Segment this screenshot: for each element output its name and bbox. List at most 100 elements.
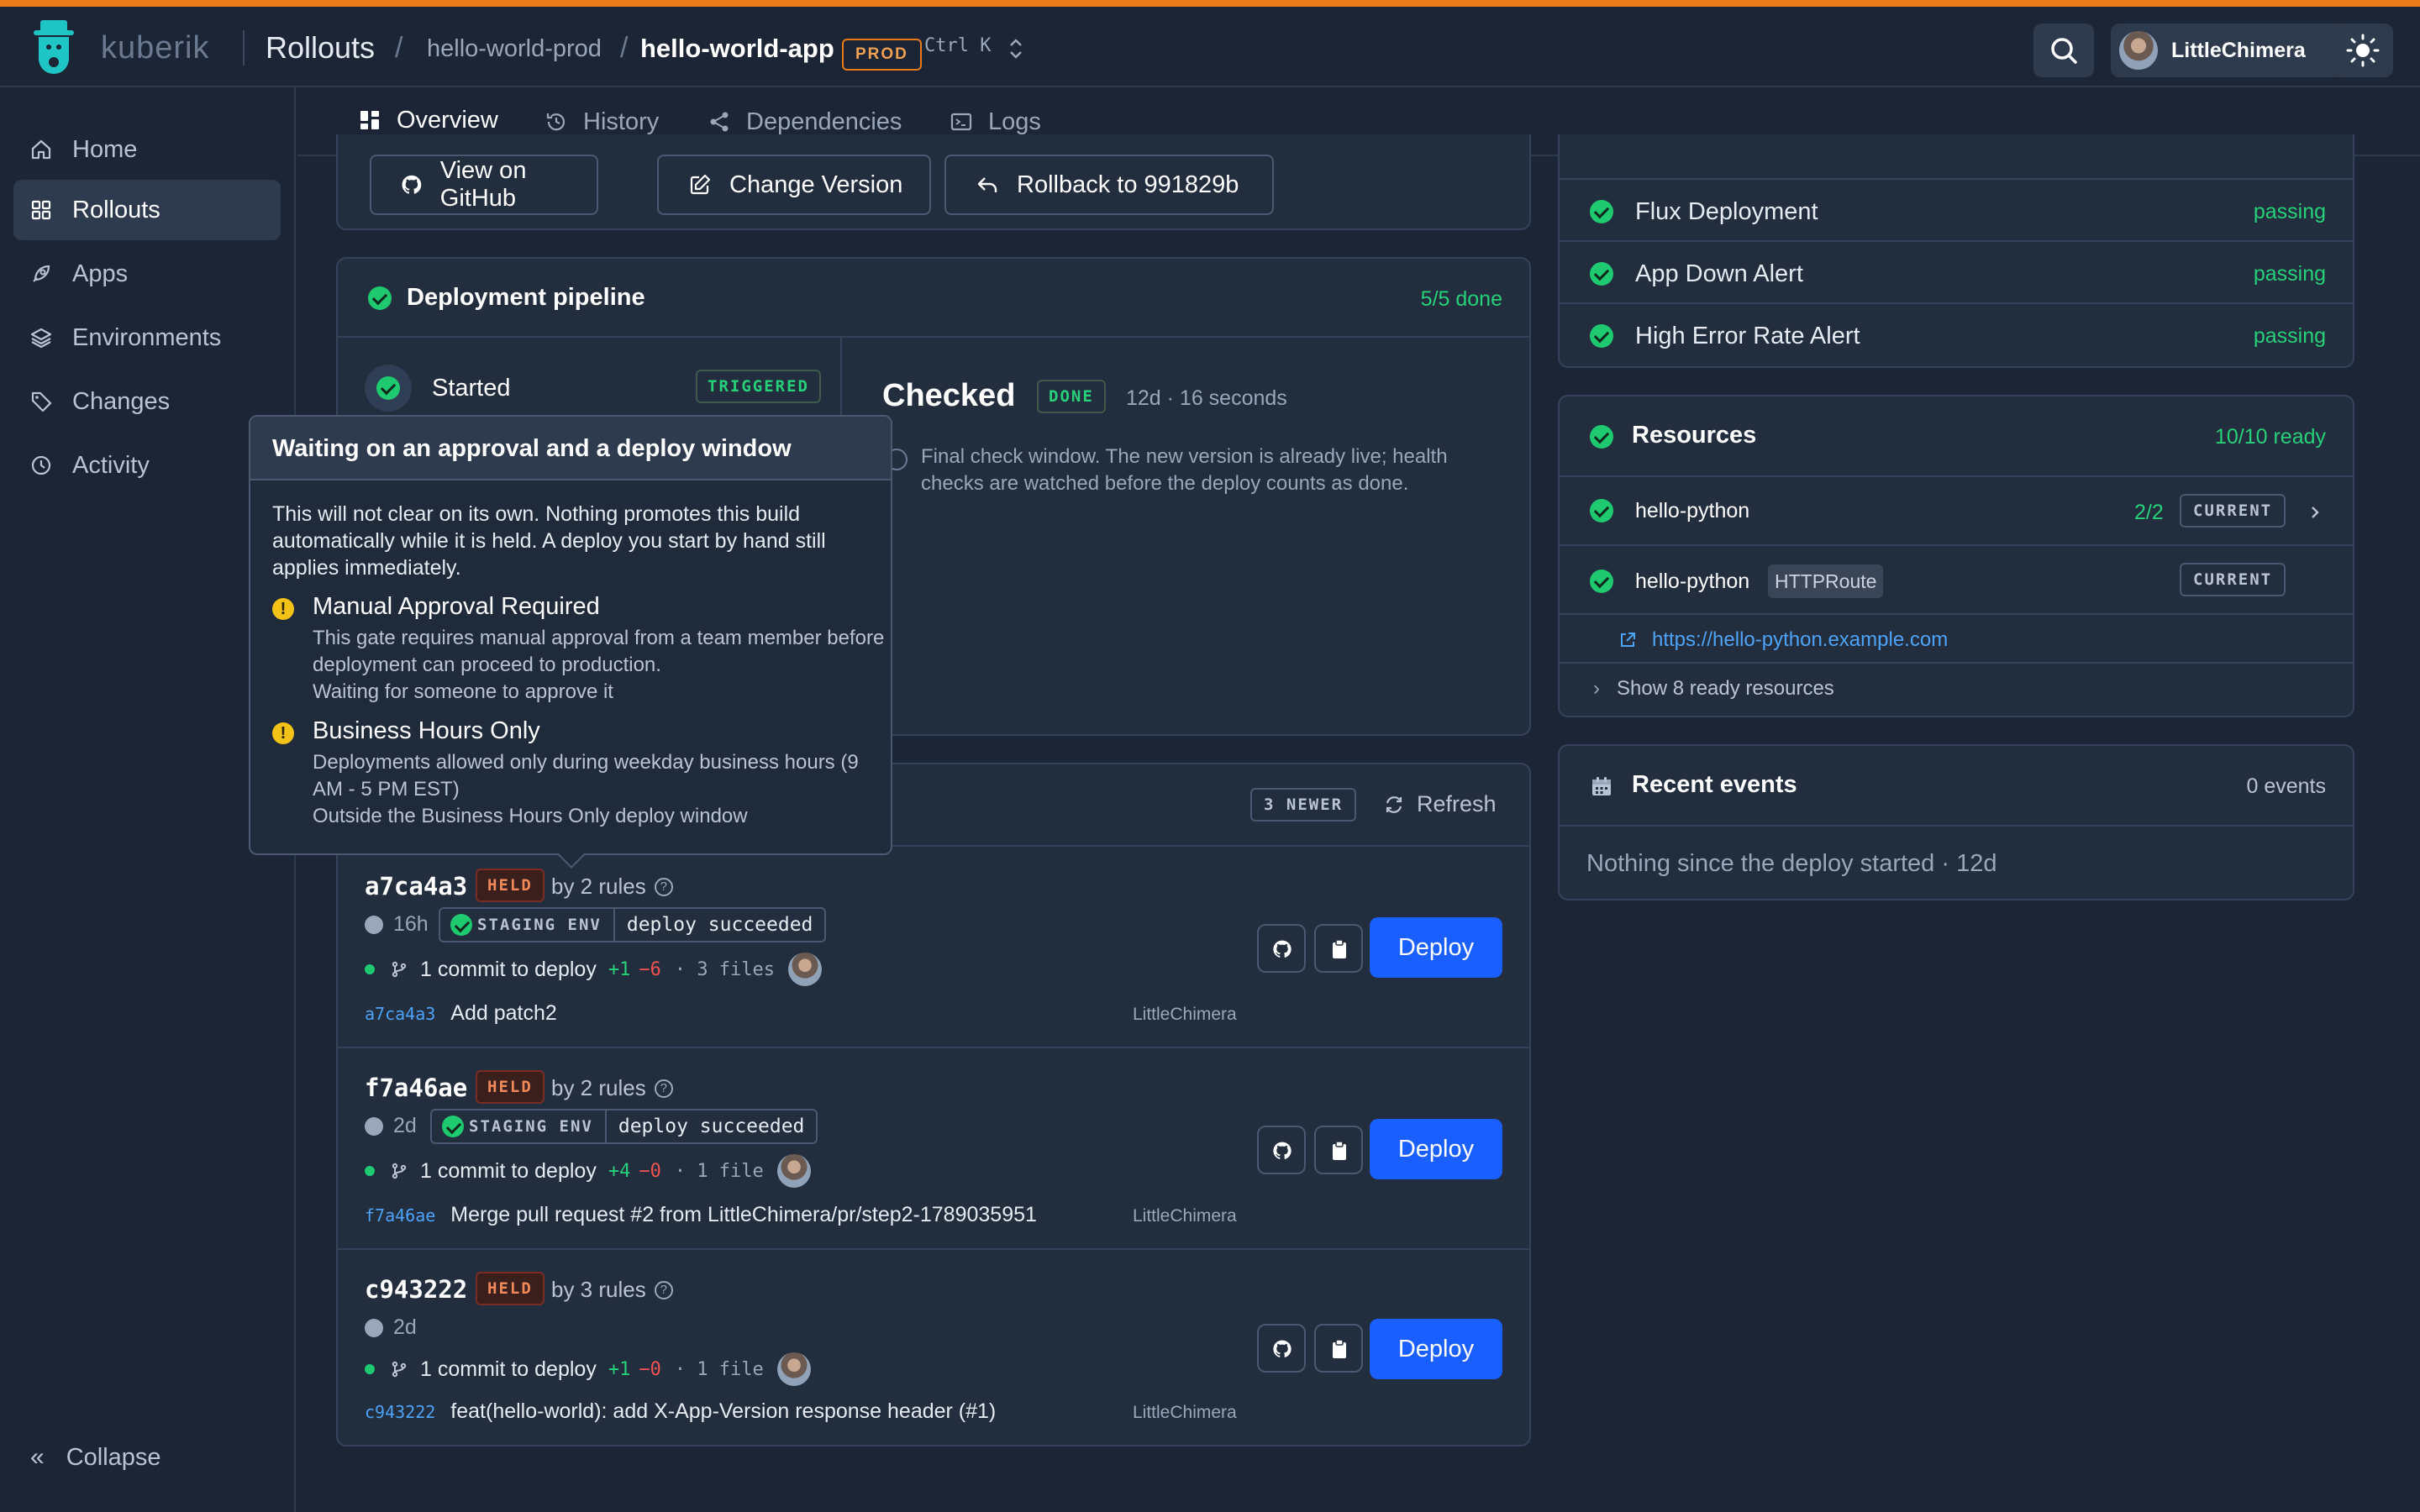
rule-name: Manual Approval Required	[313, 593, 600, 620]
breadcrumb-section[interactable]: Rollouts	[266, 30, 375, 66]
github-button[interactable]	[1257, 1324, 1306, 1373]
age-text: 16h	[393, 912, 429, 936]
git-branch-icon	[392, 1163, 407, 1179]
tab-label: History	[583, 108, 660, 135]
held-rules[interactable]: by 2 rules?	[551, 1075, 673, 1101]
git-branch-icon	[392, 961, 407, 978]
staging-status[interactable]: STAGING ENV deploy succeeded	[430, 1109, 818, 1144]
step-started[interactable]: Started	[432, 375, 511, 402]
check-circle-icon	[1590, 570, 1613, 593]
deploy-button[interactable]: Deploy	[1370, 917, 1502, 978]
user-name: LittleChimera	[2171, 38, 2306, 62]
refresh-button[interactable]: Refresh	[1383, 791, 1497, 817]
brand-name: kuberik	[101, 30, 210, 66]
github-icon	[1273, 1340, 1292, 1357]
view-on-github-button[interactable]: View on GitHub	[370, 155, 598, 215]
resource-row[interactable]: hello-python HTTPRoute CURRENT	[1560, 544, 2353, 613]
commit-message-line: f7a46ae Merge pull request #2 from Littl…	[365, 1203, 1037, 1227]
breadcrumb-separator: /	[620, 32, 629, 64]
github-button[interactable]	[1257, 1126, 1306, 1174]
check-name: High Error Rate Alert	[1635, 323, 1860, 349]
change-version-button[interactable]: Change Version	[657, 155, 931, 215]
sidebar-item-rollouts[interactable]: Rollouts	[13, 180, 281, 240]
rocket-icon	[33, 265, 50, 282]
collapse-label: Collapse	[66, 1443, 161, 1471]
deploy-button[interactable]: Deploy	[1370, 1119, 1502, 1179]
theme-toggle-button[interactable]	[2333, 24, 2393, 77]
commit-summary[interactable]: 1 commit to deploy +1 −0 · 1 file	[365, 1352, 811, 1386]
resource-url: https://hello-python.example.com	[1652, 628, 1949, 651]
held-rules[interactable]: by 3 rules?	[551, 1277, 673, 1303]
help-icon: ?	[654, 877, 673, 896]
candidates-card: 3 NEWER Refresh a7ca4a3 HELD by 2 rules?…	[336, 763, 1531, 1446]
show-more-resources[interactable]: › Show 8 ready resources	[1560, 662, 2353, 716]
search-button[interactable]	[2033, 24, 2094, 77]
candidate-row: f7a46ae HELD by 2 rules? 2d STAGING ENV …	[338, 1048, 1529, 1250]
commit-message-line: c943222 feat(hello-world): add X-App-Ver…	[365, 1399, 996, 1424]
chevron-right-icon[interactable]	[2307, 502, 2323, 522]
candidate-age: 16h	[365, 912, 429, 937]
commit-summary[interactable]: 1 commit to deploy +4 −0 · 1 file	[365, 1154, 811, 1188]
held-badge[interactable]: HELD	[476, 1070, 544, 1104]
candidate-sha[interactable]: f7a46ae	[365, 1074, 467, 1102]
staging-status[interactable]: STAGING ENV deploy succeeded	[439, 907, 827, 942]
held-badge[interactable]: HELD	[476, 869, 544, 902]
search-icon	[2051, 38, 2077, 64]
commit-summary[interactable]: 1 commit to deploy +1 −6 · 3 files	[365, 953, 823, 986]
commit-count: 1 commit to deploy	[420, 1357, 597, 1381]
button-label: Rollback to 991829b	[1017, 171, 1239, 198]
candidate-age: 2d	[365, 1315, 417, 1340]
rule-desc-text: This gate requires manual approval from …	[313, 627, 885, 676]
health-check-row[interactable]: App Down Alert passing	[1560, 240, 2353, 302]
clipboard-button[interactable]	[1314, 924, 1363, 973]
candidate-sha[interactable]: c943222	[365, 1275, 467, 1304]
held-badge[interactable]: HELD	[476, 1272, 544, 1305]
sun-icon	[2346, 34, 2380, 67]
breadcrumb-environment[interactable]: hello-world-prod	[427, 35, 602, 63]
rollback-button[interactable]: Rollback to 991829b	[944, 155, 1274, 215]
held-rules[interactable]: by 2 rules?	[551, 874, 673, 900]
newer-badge: 3 NEWER	[1250, 788, 1357, 822]
sidebar-item-home[interactable]: Home	[13, 119, 281, 180]
candidate-sha[interactable]: a7ca4a3	[365, 872, 467, 900]
shortcut-hint[interactable]: Ctrl K	[924, 35, 991, 56]
edit-icon	[690, 174, 711, 195]
commit-sha-link[interactable]: a7ca4a3	[365, 1004, 435, 1024]
sidebar-item-changes[interactable]: Changes	[13, 371, 281, 432]
resource-row[interactable]: hello-python 2/2 CURRENT	[1560, 475, 2353, 544]
avatar	[2119, 31, 2158, 70]
health-check-row[interactable]: High Error Rate Alert passing	[1560, 302, 2353, 365]
commit-sha-link[interactable]: f7a46ae	[365, 1205, 435, 1226]
sidebar-item-label: Changes	[72, 387, 171, 415]
pipeline-progress: 5/5 done	[1420, 287, 1502, 311]
check-circle-icon	[376, 376, 400, 400]
sidebar-item-activity[interactable]: Activity	[13, 435, 281, 496]
resource-name: hello-python	[1635, 570, 1750, 593]
commit-message-line: a7ca4a3 Add patch2	[365, 1001, 557, 1026]
commit-sha-link[interactable]: c943222	[365, 1402, 435, 1422]
sidebar-item-apps[interactable]: Apps	[13, 244, 281, 304]
clipboard-button[interactable]	[1314, 1126, 1363, 1174]
candidate-age: 2d	[365, 1114, 417, 1138]
github-button[interactable]	[1257, 924, 1306, 973]
tooltip-body: This will not clear on its own. Nothing …	[272, 502, 826, 580]
sidebar-item-label: Environments	[72, 323, 222, 351]
kuberik-logo-icon[interactable]	[30, 18, 77, 74]
health-check-row[interactable]: Flux Deployment passing	[1560, 178, 2353, 240]
deletions: −0	[639, 1358, 661, 1380]
collapse-sidebar-button[interactable]: « Collapse	[30, 1443, 161, 1472]
check-status: passing	[2253, 200, 2326, 223]
github-icon	[1273, 1142, 1292, 1159]
resource-url-link[interactable]: https://hello-python.example.com	[1618, 628, 1948, 652]
user-menu-button[interactable]: LittleChimera	[2111, 24, 2361, 77]
sidebar-item-environments[interactable]: Environments	[13, 307, 281, 368]
done-badge: DONE	[1037, 380, 1106, 413]
step-detail-meta: 12d · 16 seconds	[1126, 386, 1287, 410]
clipboard-icon	[1333, 1339, 1346, 1358]
clipboard-button[interactable]	[1314, 1324, 1363, 1373]
deploy-button[interactable]: Deploy	[1370, 1319, 1502, 1379]
breadcrumb-app[interactable]: hello-world-app	[640, 34, 834, 64]
chevron-updown-icon[interactable]	[1007, 35, 1025, 62]
button-label: Change Version	[729, 171, 903, 198]
tab-label: Dependencies	[746, 108, 902, 135]
